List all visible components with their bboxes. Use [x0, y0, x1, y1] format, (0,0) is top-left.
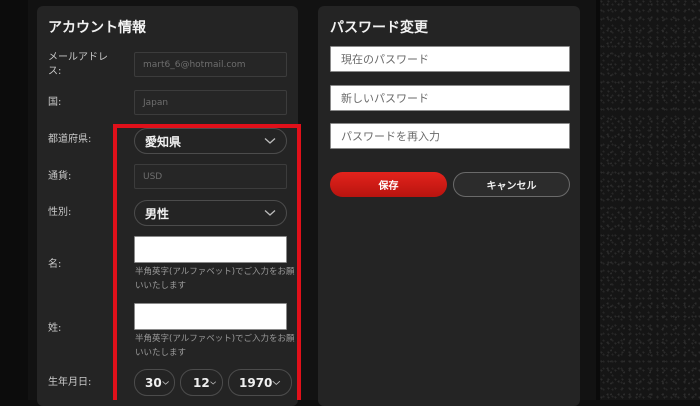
current-password-input[interactable]: 現在のパスワード	[330, 46, 570, 72]
new-password-input[interactable]: 新しいパスワード	[330, 85, 570, 111]
left-edge	[0, 0, 28, 400]
first-name-label: 名:	[48, 259, 62, 270]
email-field: mart6_6@hotmail.com	[134, 52, 287, 77]
highlight-box	[113, 124, 301, 400]
page-divider	[596, 0, 600, 400]
country-field: Japan	[134, 90, 287, 115]
last-name-label: 姓:	[48, 323, 62, 334]
cancel-button[interactable]: キャンセル	[453, 172, 570, 197]
confirm-password-input[interactable]: パスワードを再入力	[330, 123, 570, 149]
currency-label: 通貨:	[48, 171, 72, 182]
prefecture-label: 都道府県:	[48, 134, 92, 145]
account-panel-title: アカウント情報	[48, 20, 146, 36]
email-label: メールアドレス:	[48, 52, 108, 77]
gender-label: 性別:	[48, 207, 72, 218]
save-button[interactable]: 保存	[330, 172, 447, 197]
birthdate-label: 生年月日:	[48, 377, 92, 388]
password-panel-title: パスワード変更	[330, 20, 428, 36]
country-label: 国:	[48, 97, 62, 108]
textured-background	[600, 0, 700, 400]
